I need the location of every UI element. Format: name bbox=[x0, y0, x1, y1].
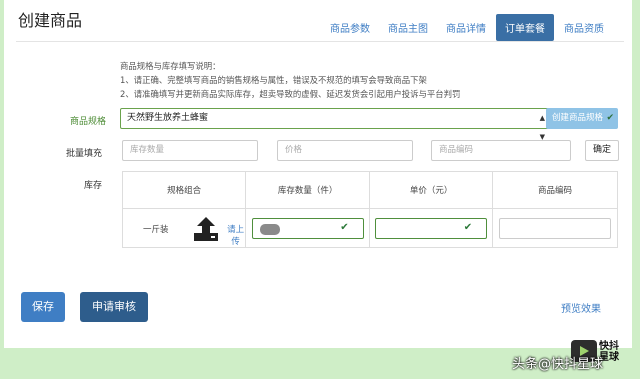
spec-combo-value: 一斤装 bbox=[143, 225, 169, 235]
spec-select[interactable]: 天然野生放养土蜂蜜 ▲ ▼ bbox=[120, 108, 550, 141]
instructions: 商品规格与库存填写说明： 1、请正确、完整填写商品的销售规格与属性，错误及不规范… bbox=[120, 59, 460, 101]
blurred-value bbox=[259, 223, 280, 235]
app-window: 创建商品 商品参数 商品主图 商品详情 订单套餐 商品资质 商品规格与库存填写说… bbox=[4, 0, 632, 348]
stock-label: 库存 bbox=[83, 181, 102, 191]
tab-bar: 商品参数 商品主图 商品详情 订单套餐 商品资质 bbox=[320, 14, 612, 41]
check-icon: ✔ bbox=[463, 221, 473, 233]
spec-select-value: 天然野生放养土蜂蜜 bbox=[127, 113, 209, 123]
header-stock-qty: 库存数量（件） bbox=[245, 171, 371, 209]
tab-qualification[interactable]: 商品资质 bbox=[556, 14, 612, 41]
stock-table: 规格组合 库存数量（件） 单价（元） 商品编码 一斤装 请上传 ✔ ✔ bbox=[121, 171, 618, 248]
check-icon: ✔ bbox=[340, 221, 349, 233]
batch-price-input[interactable]: 价格 bbox=[277, 140, 413, 161]
save-button[interactable]: 保存 bbox=[21, 292, 65, 322]
create-spec-button[interactable]: 创建商品规格 ✔ bbox=[546, 108, 618, 129]
watermark-text: 头条@快抖星球 bbox=[512, 357, 604, 372]
instructions-line-2: 2、请准确填写并更新商品实际库存，超卖导致的虚假、延迟发货会引起用户投诉与平台判… bbox=[120, 89, 461, 99]
tab-order-package[interactable]: 订单套餐 bbox=[496, 14, 554, 41]
unit-price-input[interactable]: ✔ bbox=[375, 217, 488, 239]
header-spec-combo: 规格组合 bbox=[121, 171, 247, 209]
batch-stock-input[interactable]: 库存数量 bbox=[122, 140, 258, 161]
product-code-cell bbox=[492, 208, 618, 248]
spec-combo-cell: 一斤装 请上传 bbox=[121, 208, 247, 248]
preview-link[interactable]: 预览效果 bbox=[561, 300, 601, 315]
instructions-heading: 商品规格与库存填写说明： bbox=[120, 61, 221, 71]
divider bbox=[16, 41, 624, 42]
stock-qty-input[interactable]: ✔ bbox=[251, 217, 364, 239]
submit-review-button[interactable]: 申请审核 bbox=[80, 292, 148, 322]
create-spec-label: 创建商品规格 bbox=[552, 113, 604, 123]
stock-qty-cell: ✔ bbox=[245, 208, 371, 248]
instructions-line-1: 1、请正确、完整填写商品的销售规格与属性，错误及不规范的填写会导致商品下架 bbox=[120, 75, 427, 85]
batch-fill-label: 批量填充 bbox=[65, 149, 102, 159]
tab-params[interactable]: 商品参数 bbox=[322, 14, 378, 41]
header-product-code: 商品编码 bbox=[492, 171, 618, 209]
upload-icon[interactable] bbox=[193, 217, 219, 246]
unit-price-cell: ✔ bbox=[369, 208, 494, 248]
tab-details[interactable]: 商品详情 bbox=[438, 14, 494, 41]
tab-main-image[interactable]: 商品主图 bbox=[380, 14, 436, 41]
table-header-row: 规格组合 库存数量（件） 单价（元） 商品编码 bbox=[121, 171, 618, 209]
product-code-input[interactable] bbox=[499, 217, 612, 239]
batch-code-input[interactable]: 商品编码 bbox=[431, 140, 571, 161]
table-row: 一斤装 请上传 ✔ ✔ bbox=[121, 208, 618, 248]
upload-link[interactable]: 请上传 bbox=[226, 223, 245, 247]
page-title: 创建商品 bbox=[18, 11, 83, 30]
confirm-button[interactable]: 确定 bbox=[585, 140, 619, 161]
spec-label: 商品规格 bbox=[69, 117, 106, 127]
check-icon: ✔ bbox=[606, 113, 614, 123]
header-unit-price: 单价（元） bbox=[369, 171, 494, 209]
